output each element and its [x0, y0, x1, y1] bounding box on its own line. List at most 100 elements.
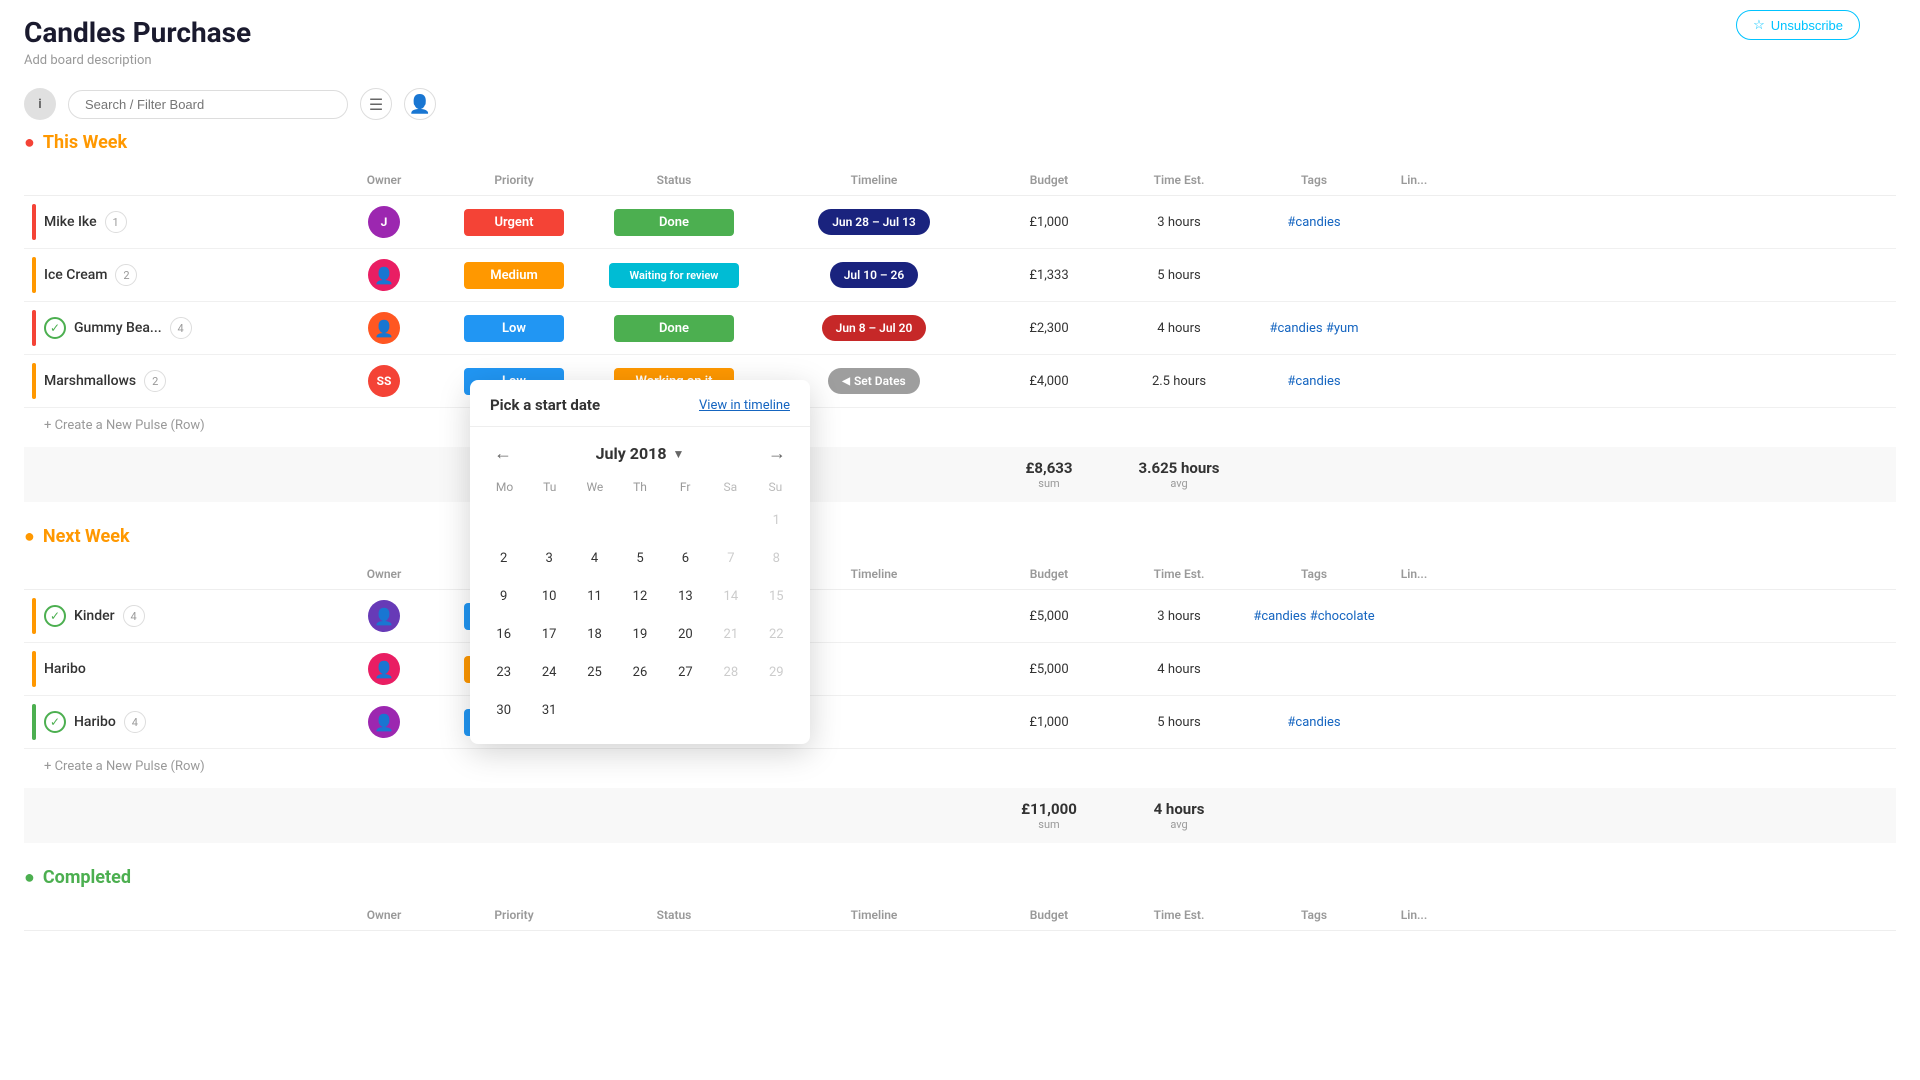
- status-cell[interactable]: Waiting for review: [584, 263, 764, 288]
- row-name-text[interactable]: Gummy Bea...: [74, 320, 162, 336]
- time-cell: 3 hours: [1114, 609, 1244, 624]
- status-cell[interactable]: Done: [584, 209, 764, 236]
- priority-badge[interactable]: Medium: [464, 262, 564, 289]
- calendar-day[interactable]: 25: [573, 654, 616, 690]
- day-we: We: [572, 476, 617, 498]
- calendar-day[interactable]: 31: [527, 692, 570, 728]
- avatar: SS: [368, 365, 400, 397]
- calendar-day[interactable]: 5: [618, 540, 661, 576]
- status-badge[interactable]: Done: [614, 315, 734, 342]
- col-priority: Priority: [444, 173, 584, 187]
- tags-cell[interactable]: #candies #yum: [1244, 321, 1384, 336]
- summary-row: £8,633 sum 3.625 hours avg: [24, 447, 1896, 502]
- status-badge[interactable]: Waiting for review: [609, 263, 739, 288]
- summary-row-next-week: £11,000 sum 4 hours avg: [24, 788, 1896, 843]
- col-link: Lin...: [1384, 567, 1444, 581]
- calendar-day[interactable]: 6: [664, 540, 707, 576]
- calendar-day[interactable]: 10: [527, 578, 570, 614]
- calendar-day[interactable]: 4: [573, 540, 616, 576]
- page-subtitle[interactable]: Add board description: [24, 53, 1896, 68]
- priority-badge[interactable]: Urgent: [464, 209, 564, 236]
- timeline-badge[interactable]: Jul 10 – 26: [830, 262, 919, 288]
- calendar-day[interactable]: 3: [527, 540, 570, 576]
- calendar-day[interactable]: 23: [482, 654, 525, 690]
- col-link: Lin...: [1384, 908, 1444, 922]
- completed-section: ● Completed Owner Priority Status Timeli…: [0, 867, 1920, 955]
- row-name-text[interactable]: Marshmallows: [44, 373, 136, 389]
- this-week-header: ● This Week: [24, 132, 1896, 153]
- calendar-day: [618, 502, 661, 538]
- completed-toggle[interactable]: ●: [24, 867, 35, 888]
- calendar-day: 21: [709, 616, 752, 652]
- priority-cell[interactable]: Urgent: [444, 209, 584, 236]
- tags-cell[interactable]: #candies #chocolate: [1244, 609, 1384, 624]
- this-week-toggle[interactable]: ●: [24, 132, 35, 153]
- timeline-badge[interactable]: Jun 8 – Jul 20: [822, 315, 927, 341]
- calendar-next-button[interactable]: →: [760, 439, 794, 468]
- budget-summary: £11,000 sum: [984, 800, 1114, 831]
- calendar-day[interactable]: 13: [664, 578, 707, 614]
- calendar-day[interactable]: 27: [664, 654, 707, 690]
- tags-cell[interactable]: #candies: [1244, 715, 1384, 730]
- calendar-day[interactable]: 18: [573, 616, 616, 652]
- col-tags: Tags: [1244, 567, 1384, 581]
- search-input[interactable]: [68, 90, 348, 119]
- filter-icon[interactable]: ☰: [360, 88, 392, 120]
- calendar-day[interactable]: 11: [573, 578, 616, 614]
- col-timeline: Timeline: [764, 908, 984, 922]
- calendar-day[interactable]: 24: [527, 654, 570, 690]
- info-icon[interactable]: i: [24, 88, 56, 120]
- avatar: J: [368, 206, 400, 238]
- calendar-prev-button[interactable]: ←: [486, 439, 520, 468]
- calendar-day[interactable]: 12: [618, 578, 661, 614]
- col-budget: Budget: [984, 908, 1114, 922]
- calendar-day: [573, 502, 616, 538]
- calendar-day[interactable]: 9: [482, 578, 525, 614]
- day-mo: Mo: [482, 476, 527, 498]
- col-status: Status: [584, 173, 764, 187]
- calendar-day[interactable]: 19: [618, 616, 661, 652]
- page-title: Candles Purchase: [24, 16, 1896, 49]
- priority-cell[interactable]: Low: [444, 315, 584, 342]
- status-badge[interactable]: Done: [614, 209, 734, 236]
- calendar-day: 7: [709, 540, 752, 576]
- calendar-dropdown-arrow[interactable]: ▼: [673, 447, 685, 461]
- calendar-day[interactable]: 17: [527, 616, 570, 652]
- tags-cell[interactable]: #candies: [1244, 215, 1384, 230]
- calendar-day[interactable]: 26: [618, 654, 661, 690]
- day-fr: Fr: [663, 476, 708, 498]
- calendar-day[interactable]: 20: [664, 616, 707, 652]
- timeline-cell[interactable]: Jul 10 – 26: [764, 262, 984, 288]
- calendar-day[interactable]: 2: [482, 540, 525, 576]
- this-week-section: ● This Week Owner Priority Status Timeli…: [0, 132, 1920, 526]
- col-priority: Priority: [444, 908, 584, 922]
- next-week-toggle[interactable]: ●: [24, 526, 35, 547]
- add-row-button[interactable]: + Create a New Pulse (Row): [24, 408, 1896, 443]
- view-in-timeline-link[interactable]: View in timeline: [699, 398, 790, 413]
- calendar-grid-body: 1234567891011121314151617181920212223242…: [482, 502, 798, 728]
- row-name-text[interactable]: Ice Cream: [44, 267, 107, 283]
- set-dates-badge[interactable]: ◀ Set Dates: [828, 368, 919, 394]
- check-icon: ✓: [44, 605, 66, 627]
- tags-cell[interactable]: #candies: [1244, 374, 1384, 389]
- add-row-button-next-week[interactable]: + Create a New Pulse (Row): [24, 749, 1896, 784]
- unsubscribe-button[interactable]: ☆ Unsubscribe: [1736, 10, 1860, 40]
- priority-badge[interactable]: Low: [464, 315, 564, 342]
- person-icon[interactable]: 👤: [404, 88, 436, 120]
- row-number: 4: [123, 605, 145, 627]
- status-cell[interactable]: Done: [584, 315, 764, 342]
- avatar: 👤: [368, 653, 400, 685]
- row-name-text[interactable]: Mike Ike: [44, 214, 97, 230]
- calendar-day: [664, 692, 707, 728]
- time-cell: 3 hours: [1114, 215, 1244, 230]
- time-cell: 5 hours: [1114, 268, 1244, 283]
- calendar-day[interactable]: 16: [482, 616, 525, 652]
- priority-cell[interactable]: Medium: [444, 262, 584, 289]
- row-name-text[interactable]: Haribo: [44, 661, 86, 677]
- timeline-cell[interactable]: Jun 8 – Jul 20: [764, 315, 984, 341]
- row-name-text[interactable]: Kinder: [74, 608, 115, 624]
- row-name-text[interactable]: Haribo: [74, 714, 116, 730]
- timeline-badge[interactable]: Jun 28 – Jul 13: [818, 209, 930, 235]
- calendar-day[interactable]: 30: [482, 692, 525, 728]
- timeline-cell[interactable]: Jun 28 – Jul 13: [764, 209, 984, 235]
